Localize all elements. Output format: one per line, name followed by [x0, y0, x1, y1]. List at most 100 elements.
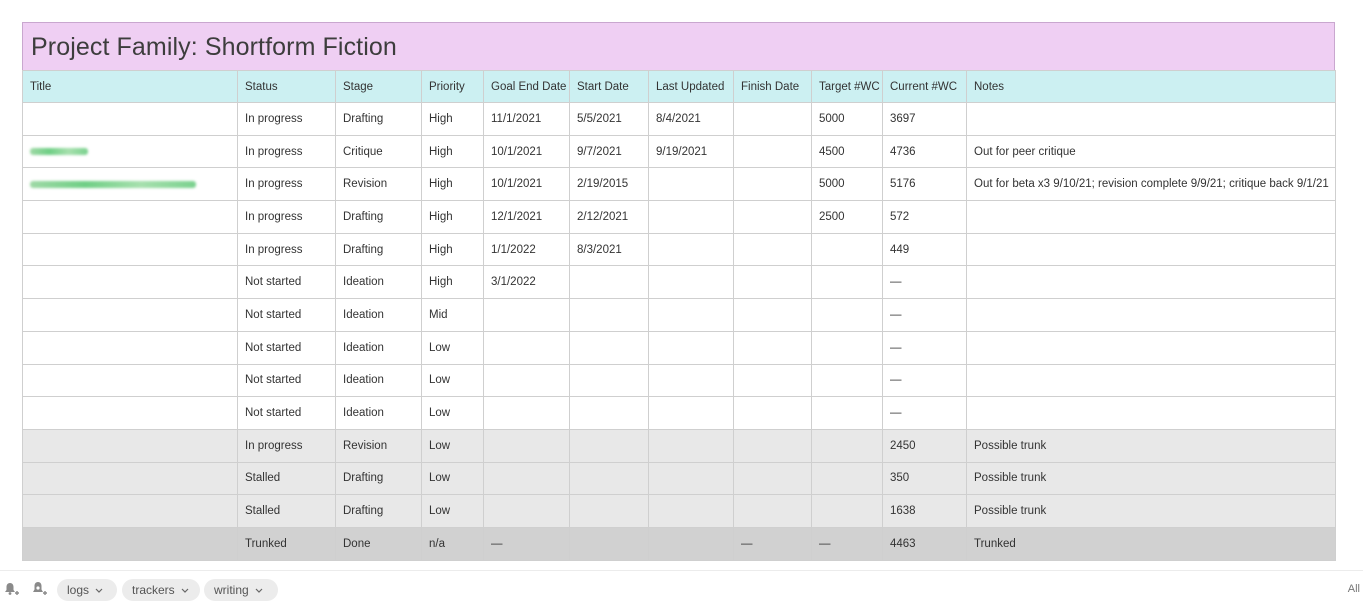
- cell-finish-date[interactable]: [733, 396, 812, 430]
- cell-last-updated[interactable]: 9/19/2021: [648, 134, 734, 169]
- cell-stage[interactable]: Drafting: [335, 102, 422, 136]
- cell-current-wc[interactable]: —: [882, 396, 967, 430]
- cell-title[interactable]: [22, 396, 238, 430]
- cell-priority[interactable]: Low: [421, 461, 484, 496]
- cell-status[interactable]: In progress: [237, 200, 336, 234]
- cell-current-wc[interactable]: 4736: [882, 134, 967, 169]
- cell-last-updated[interactable]: [648, 494, 734, 528]
- cell-priority[interactable]: Low: [421, 494, 484, 528]
- cell-start-date[interactable]: 2/12/2021: [569, 200, 649, 234]
- cell-notes[interactable]: [966, 102, 1336, 136]
- cell-stage[interactable]: Ideation: [335, 330, 422, 365]
- cell-target-wc[interactable]: [811, 298, 883, 332]
- cell-notes[interactable]: Trunked: [966, 526, 1336, 561]
- tag-chip-logs[interactable]: logs: [57, 579, 117, 601]
- cell-finish-date[interactable]: [733, 102, 812, 136]
- tag-chip-writing[interactable]: writing: [204, 579, 278, 601]
- cell-last-updated[interactable]: [648, 167, 734, 202]
- tag-chip-trackers[interactable]: trackers: [122, 579, 200, 601]
- all-label[interactable]: All: [1348, 583, 1360, 595]
- cell-last-updated[interactable]: [648, 428, 734, 463]
- cell-priority[interactable]: High: [421, 232, 484, 267]
- cell-stage[interactable]: Done: [335, 526, 422, 561]
- cell-start-date[interactable]: [569, 298, 649, 332]
- cell-goal-end-date[interactable]: [483, 396, 570, 430]
- cell-current-wc[interactable]: 5176: [882, 167, 967, 202]
- cell-target-wc[interactable]: 5000: [811, 167, 883, 202]
- cell-target-wc[interactable]: [811, 428, 883, 463]
- cell-status[interactable]: In progress: [237, 232, 336, 267]
- cell-priority[interactable]: High: [421, 265, 484, 300]
- cell-goal-end-date[interactable]: [483, 298, 570, 332]
- cell-start-date[interactable]: [569, 363, 649, 398]
- cell-stage[interactable]: Drafting: [335, 232, 422, 267]
- cell-last-updated[interactable]: [648, 298, 734, 332]
- cell-notes[interactable]: [966, 232, 1336, 267]
- cell-title[interactable]: [22, 526, 238, 561]
- cell-start-date[interactable]: 5/5/2021: [569, 102, 649, 136]
- cell-title[interactable]: [22, 363, 238, 398]
- cell-stage[interactable]: Drafting: [335, 494, 422, 528]
- cell-goal-end-date[interactable]: 1/1/2022: [483, 232, 570, 267]
- cell-last-updated[interactable]: [648, 330, 734, 365]
- bell-add-icon[interactable]: [3, 581, 19, 597]
- cell-priority[interactable]: n/a: [421, 526, 484, 561]
- cell-finish-date[interactable]: [733, 167, 812, 202]
- cell-priority[interactable]: High: [421, 200, 484, 234]
- cell-priority[interactable]: Low: [421, 396, 484, 430]
- cell-status[interactable]: Not started: [237, 265, 336, 300]
- cell-status[interactable]: Stalled: [237, 494, 336, 528]
- cell-finish-date[interactable]: [733, 330, 812, 365]
- cell-target-wc[interactable]: [811, 265, 883, 300]
- cell-current-wc[interactable]: 350: [882, 461, 967, 496]
- cell-target-wc[interactable]: 4500: [811, 134, 883, 169]
- table-row[interactable]: In progress Drafting High 12/1/2021 2/12/202…: [22, 200, 1336, 234]
- cell-start-date[interactable]: [569, 265, 649, 300]
- table-row[interactable]: In progress Drafting High 1/1/2022 8/3/2021 4…: [22, 232, 1336, 267]
- column-header-notes[interactable]: Notes: [966, 70, 1336, 103]
- cell-current-wc[interactable]: —: [882, 298, 967, 332]
- cell-stage[interactable]: Ideation: [335, 396, 422, 430]
- cell-stage[interactable]: Drafting: [335, 461, 422, 496]
- column-header-finish-date[interactable]: Finish Date: [733, 70, 812, 103]
- cell-notes[interactable]: [966, 265, 1336, 300]
- cell-priority[interactable]: High: [421, 134, 484, 169]
- cell-stage[interactable]: Drafting: [335, 200, 422, 234]
- cell-title[interactable]: [22, 134, 238, 169]
- cell-title[interactable]: [22, 167, 238, 202]
- cell-finish-date[interactable]: [733, 265, 812, 300]
- cell-notes[interactable]: [966, 298, 1336, 332]
- cell-status[interactable]: Not started: [237, 298, 336, 332]
- table-row[interactable]: Not started Ideation High 3/1/2022 —: [22, 265, 1336, 300]
- cell-status[interactable]: Not started: [237, 363, 336, 398]
- column-header-stage[interactable]: Stage: [335, 70, 422, 103]
- table-row[interactable]: Not started Ideation Low —: [22, 396, 1336, 430]
- cell-last-updated[interactable]: [648, 526, 734, 561]
- cell-title[interactable]: [22, 330, 238, 365]
- cell-status[interactable]: Not started: [237, 330, 336, 365]
- cell-target-wc[interactable]: [811, 363, 883, 398]
- table-row[interactable]: Stalled Drafting Low 1638 Possible trunk: [22, 494, 1336, 528]
- cell-start-date[interactable]: [569, 428, 649, 463]
- column-header-target-wc[interactable]: Target #WC: [811, 70, 883, 103]
- table-row[interactable]: Trunked Done n/a — — —4463 Trunked: [22, 526, 1336, 561]
- cell-target-wc[interactable]: [811, 232, 883, 267]
- cell-start-date[interactable]: [569, 526, 649, 561]
- cell-notes[interactable]: Possible trunk: [966, 494, 1336, 528]
- cell-last-updated[interactable]: [648, 461, 734, 496]
- cell-last-updated[interactable]: [648, 265, 734, 300]
- cell-finish-date[interactable]: [733, 232, 812, 267]
- cell-current-wc[interactable]: —: [882, 363, 967, 398]
- column-header-current-wc[interactable]: Current #WC: [882, 70, 967, 103]
- cell-stage[interactable]: Critique: [335, 134, 422, 169]
- cell-finish-date[interactable]: [733, 494, 812, 528]
- cell-start-date[interactable]: 9/7/2021: [569, 134, 649, 169]
- cell-start-date[interactable]: [569, 494, 649, 528]
- cell-status[interactable]: In progress: [237, 167, 336, 202]
- cell-title[interactable]: [22, 461, 238, 496]
- cell-status[interactable]: In progress: [237, 134, 336, 169]
- cell-last-updated[interactable]: [648, 396, 734, 430]
- cell-title[interactable]: [22, 200, 238, 234]
- cell-finish-date[interactable]: [733, 363, 812, 398]
- cell-goal-end-date[interactable]: 3/1/2022: [483, 265, 570, 300]
